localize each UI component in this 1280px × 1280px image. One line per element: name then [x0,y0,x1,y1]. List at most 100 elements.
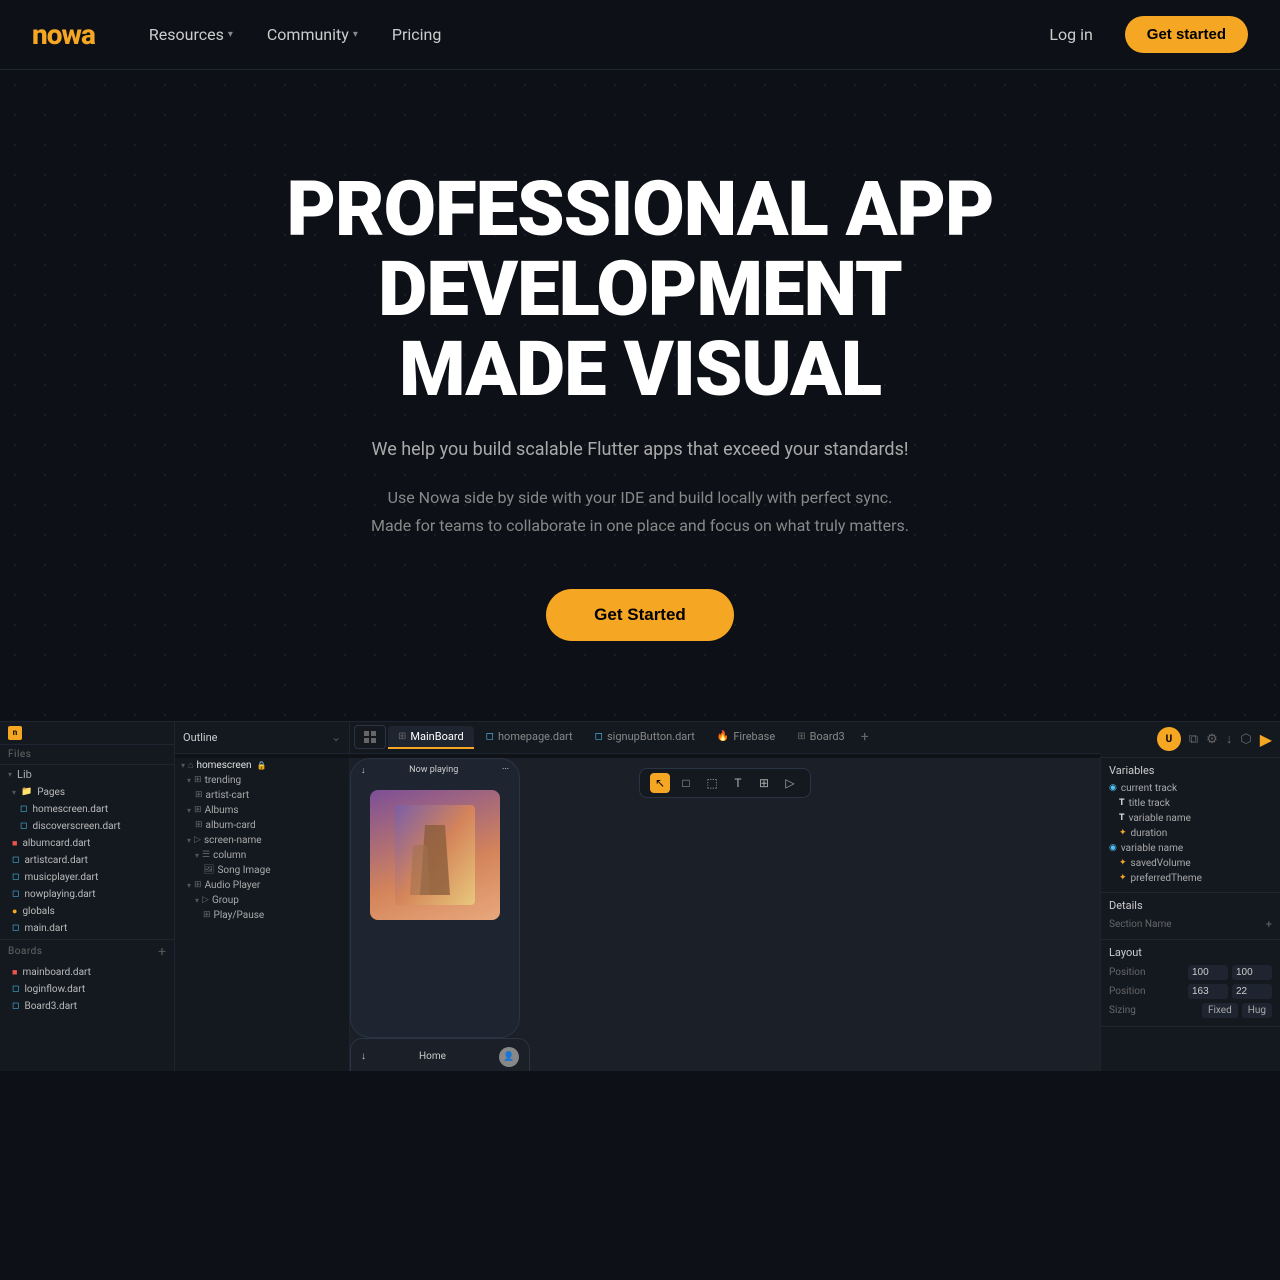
grid-icon: ⊞ [797,731,805,742]
star-icon: ✦ [1119,873,1127,883]
sidebar-item-musicplayer[interactable]: ◻ musicplayer.dart [0,869,174,886]
details-title: Details [1109,899,1272,912]
logo[interactable]: nowa [32,18,95,51]
position-y-input[interactable] [1232,965,1272,980]
expand-icon: ▾ [195,851,199,860]
tab-board3[interactable]: ⊞ Board3 [787,726,855,749]
var-variable-name-1[interactable]: T variable name [1109,811,1272,826]
outline-item-trending[interactable]: ▾ ⊞ trending [175,773,349,788]
position2-x-input[interactable] [1188,984,1228,999]
app-logo-small: n [8,726,22,740]
home-icon: ⌂ [188,760,193,771]
add-tab-button[interactable]: + [861,729,869,745]
add-board-button[interactable]: + [158,944,166,960]
user-avatar[interactable]: U [1157,727,1181,751]
get-started-nav-button[interactable]: Get started [1125,16,1248,53]
dart-icon: ◻ [595,731,603,742]
outline-item-albums[interactable]: ▾ ⊞ Albums [175,803,349,818]
text-tool[interactable]: T [728,773,748,793]
sidebar-item-artistcard[interactable]: ◻ artistcard.dart [0,852,174,869]
section-name-row: Section Name + [1109,916,1272,933]
var-saved-volume[interactable]: ✦ savedVolume [1109,856,1272,871]
dart-icon: ◻ [486,731,494,742]
outline-item-song-image[interactable]: 🖼 Song Image [175,863,349,878]
var-duration[interactable]: ✦ duration [1109,826,1272,841]
expand-icon: ▾ [187,881,191,890]
outline-item-homescreen[interactable]: ▾ ⌂ homescreen 🔒 [175,758,349,773]
tab-mainboard[interactable]: ⊞ MainBoard [388,726,474,749]
rect-tool[interactable]: □ [676,773,696,793]
position2-y-input[interactable] [1232,984,1272,999]
layout-title: Layout [1109,946,1272,959]
nav-item-pricing[interactable]: Pricing [378,17,456,52]
tabs-row: ⊞ MainBoard ◻ homepage.dart ◻ signupButt… [350,722,1100,754]
sidebar-item-loginflow[interactable]: ◻ loginflow.dart [0,981,174,998]
nav-item-resources[interactable]: Resources ▾ [135,17,247,52]
cursor-tool[interactable]: ↖ [650,773,670,793]
component-tool[interactable]: ⊞ [754,773,774,793]
sidebar-item-pages[interactable]: ▾ 📁 Pages [0,784,174,801]
outline-options-icon[interactable]: ⌄ [331,730,341,744]
var-current-track[interactable]: ◉ current track [1109,781,1272,796]
firebase-icon: 🔥 [717,731,729,742]
outline-item-screen-name[interactable]: ▾ ▷ screen-name [175,833,349,848]
outline-item-album-card[interactable]: ⊞ album-card [175,818,349,833]
lib-label: Lib [17,768,32,781]
copy-icon[interactable]: ⧉ [1189,732,1198,747]
share-icon[interactable]: ⬡ [1240,732,1251,747]
var-title-track[interactable]: T title track [1109,796,1272,811]
tab-signupbutton[interactable]: ◻ signupButton.dart [585,726,705,749]
sidebar-item-albumcard[interactable]: ■ albumcard.dart [0,835,174,852]
grid-view-icon[interactable] [354,725,386,749]
folder-icon: ▷ [202,895,209,905]
expand-icon: ▾ [187,836,191,845]
sidebar-item-mainboard[interactable]: ■ mainboard.dart [0,964,174,981]
expand-icon: ▾ [195,896,199,905]
outline-item-artist-cart[interactable]: ⊞ artist-cart [175,788,349,803]
add-section-name-btn[interactable]: + [1266,918,1272,931]
boards-section-label: Boards [8,946,42,957]
dart-file-icon: ◻ [12,1001,19,1011]
hug-option[interactable]: Hug [1242,1003,1272,1018]
sidebar-item-homescreen[interactable]: ◻ homescreen.dart [0,801,174,818]
tab-firebase[interactable]: 🔥 Firebase [707,726,785,749]
details-section: Details Section Name + [1101,893,1280,940]
outline-item-play-pause[interactable]: ⊞ Play/Pause [175,908,349,923]
outline-item-column[interactable]: ▾ ☰ column [175,848,349,863]
grid-icon: ⊞ [203,910,211,920]
position-x-input[interactable] [1188,965,1228,980]
hero-cta-button[interactable]: Get Started [546,589,734,641]
var-variable-name-2[interactable]: ◉ variable name [1109,841,1272,856]
avatar-bar: U ⧉ ⚙ ↓ ⬡ ▶ [1100,722,1280,758]
sidebar-item-discoverscreen[interactable]: ◻ discoverscreen.dart [0,818,174,835]
app-mockup-home: ↓ Home 👤 Trending artists ✓ Crush [350,1038,530,1071]
settings-icon[interactable]: ⚙ [1206,732,1218,747]
var-preferred-theme[interactable]: ✦ preferredTheme [1109,871,1272,886]
sidebar-item-main[interactable]: ◻ main.dart [0,920,174,937]
expand-icon: ▾ [181,761,185,770]
sidebar-item-nowplaying[interactable]: ◻ nowplaying.dart [0,886,174,903]
nav-item-community[interactable]: Community ▾ [253,17,372,52]
app-mockup-now-playing: ↓ Now playing ··· [350,758,520,1038]
file-icon: ■ [12,967,17,978]
files-section-label: Files [8,749,31,760]
play-preview[interactable]: ▷ [780,773,800,793]
mockup2-header: ↓ Home 👤 [351,1039,529,1071]
sidebar-item-lib[interactable]: ▾ Lib [0,765,174,784]
sidebar-item-globals[interactable]: ● globals [0,903,174,920]
editor-top: Outline ⌄ ⊞ MainBoard ◻ homepage.dart [175,722,1280,758]
fixed-option[interactable]: Fixed [1202,1003,1238,1018]
tab-homepage[interactable]: ◻ homepage.dart [476,726,583,749]
text-type-icon: T [1119,798,1125,808]
expand-icon: ▾ [187,806,191,815]
grid-icon: ⊞ [398,731,406,742]
position-row-1: Position [1109,963,1272,982]
frame-tool[interactable]: ⬚ [702,773,722,793]
download-icon[interactable]: ↓ [1226,731,1233,747]
play-icon[interactable]: ▶ [1260,730,1272,749]
outline-item-group[interactable]: ▾ ▷ Group [175,893,349,908]
login-button[interactable]: Log in [1033,17,1108,52]
position-row-2: Position [1109,982,1272,1001]
outline-item-audio-player[interactable]: ▾ ⊞ Audio Player [175,878,349,893]
sidebar-item-board3[interactable]: ◻ Board3.dart [0,998,174,1015]
